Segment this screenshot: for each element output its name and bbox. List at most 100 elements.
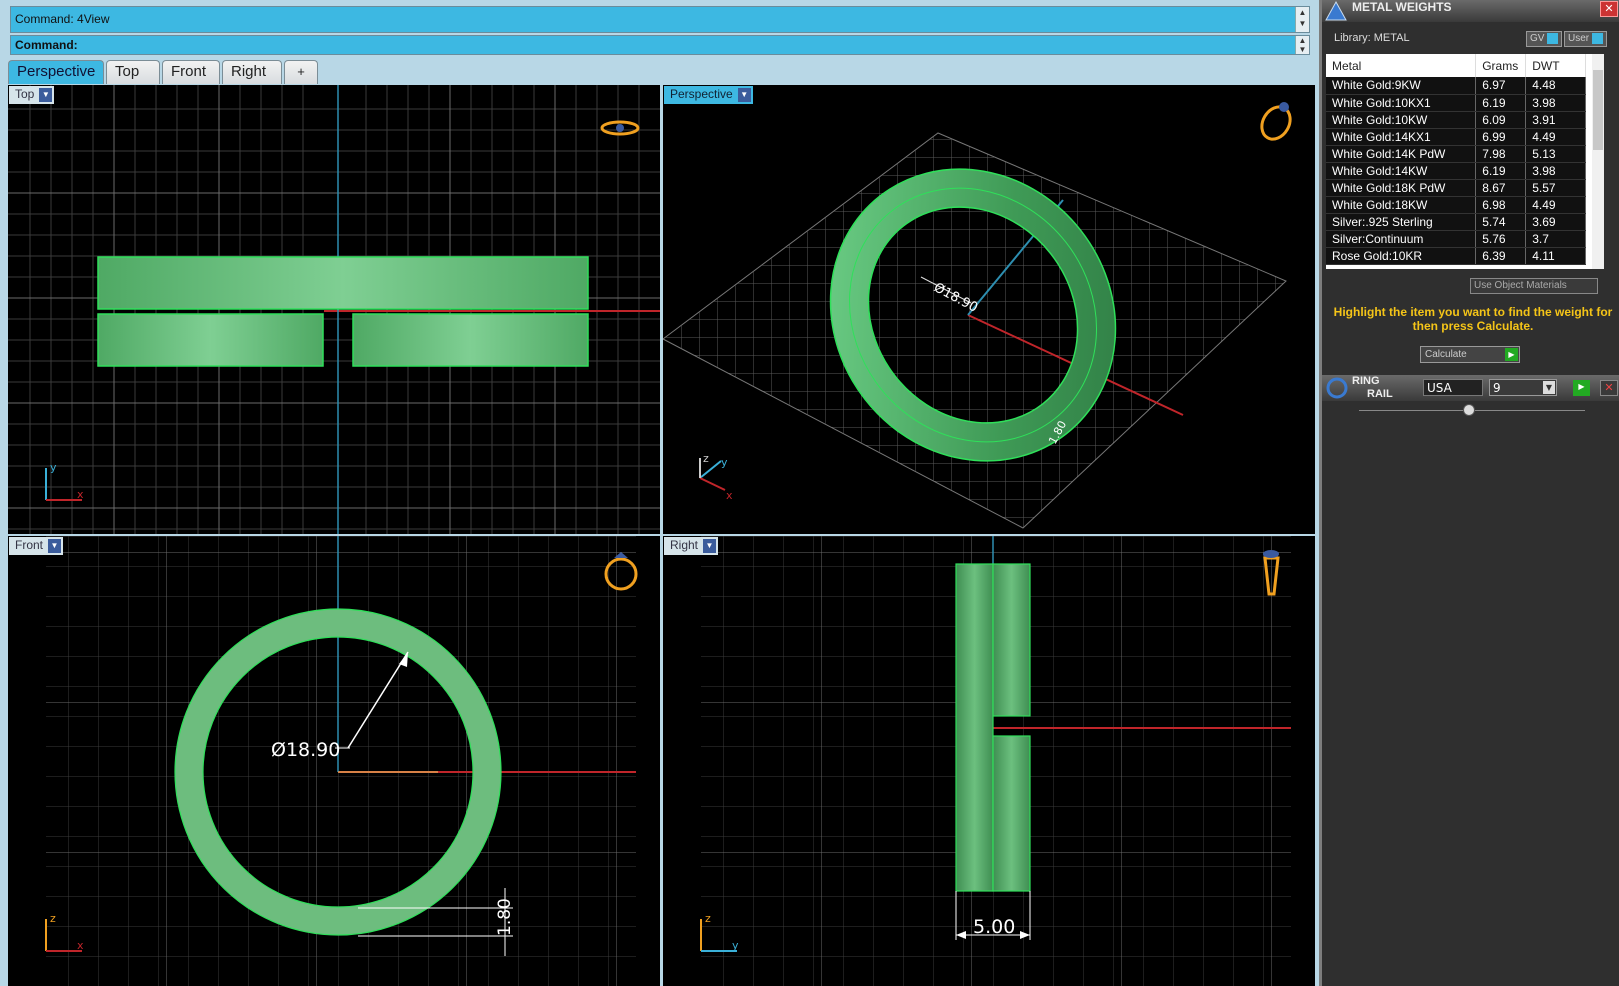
metal-table[interactable]: Metal Grams DWT White Gold:9KW 6.97 4.48 W… <box>1326 54 1604 269</box>
use-object-materials-toggle[interactable]: Use Object Materials <box>1470 278 1598 294</box>
add-tab-button[interactable]: + <box>284 60 318 84</box>
viewport-front[interactable]: Ø18.90 1.80 z x Front ▼ <box>8 536 660 986</box>
grams-cell: 6.39 <box>1475 247 1527 265</box>
ring-rail-apply-button[interactable]: ▶ <box>1573 380 1590 396</box>
viewport-menu-icon[interactable]: ▼ <box>48 539 62 553</box>
table-row[interactable]: White Gold:10KX1 6.19 3.98 <box>1326 94 1586 112</box>
table-row[interactable]: White Gold:14KX1 6.99 4.49 <box>1326 128 1586 146</box>
table-header-row: Metal Grams DWT <box>1326 54 1586 77</box>
ring-icon <box>1326 377 1348 399</box>
metal-cell: Silver:.925 Sterling <box>1326 213 1477 231</box>
table-row[interactable]: White Gold:18K PdW 8.67 5.57 <box>1326 179 1586 197</box>
table-row[interactable]: White Gold:10KW 6.09 3.91 <box>1326 111 1586 129</box>
metal-cell: White Gold:14KX1 <box>1326 128 1477 146</box>
grams-cell: 6.98 <box>1475 196 1527 214</box>
metal-cell: White Gold:14KW <box>1326 162 1477 180</box>
history-scroll[interactable]: ▲ ▼ <box>1295 7 1309 32</box>
command-line[interactable]: Command: ▲ ▼ <box>10 35 1310 55</box>
dwt-cell: 3.7 <box>1525 230 1586 248</box>
grams-cell: 6.19 <box>1475 94 1527 112</box>
table-row[interactable]: White Gold:18KW 6.98 4.49 <box>1326 196 1586 214</box>
metal-cell: White Gold:14K PdW <box>1326 145 1477 163</box>
metal-cell: White Gold:9KW <box>1326 77 1477 95</box>
panel-title: METAL WEIGHTS <box>1352 0 1452 14</box>
user-toggle[interactable]: User <box>1564 31 1608 47</box>
persp-axis-y-label: y <box>721 456 728 469</box>
column-metal[interactable]: Metal <box>1326 54 1477 77</box>
dwt-cell: 3.98 <box>1525 162 1586 180</box>
viewport-right[interactable]: 5.00 z y Right ▼ <box>663 536 1315 986</box>
calculate-button[interactable]: Calculate ▶ <box>1420 346 1520 363</box>
scale-icon <box>1325 0 1347 21</box>
viewport-top-label[interactable]: Top ▼ <box>9 86 55 104</box>
viewport-right-label[interactable]: Right ▼ <box>664 537 719 555</box>
dwt-cell: 3.98 <box>1525 94 1586 112</box>
metal-cell: White Gold:10KX1 <box>1326 94 1477 112</box>
top-axis-x-label: x <box>77 488 84 501</box>
toggle-knob <box>1547 33 1559 44</box>
dwt-cell: 5.57 <box>1525 179 1586 197</box>
grams-cell: 8.67 <box>1475 179 1527 197</box>
viewport-perspective-title: Perspective <box>670 87 733 101</box>
viewport-menu-icon[interactable]: ▼ <box>737 88 751 102</box>
grams-cell: 6.19 <box>1475 162 1527 180</box>
main-workspace: Command: 4View ▲ ▼ Command: ▲ ▼ Perspectiv… <box>0 0 1318 986</box>
play-icon: ▶ <box>1505 348 1518 361</box>
table-row[interactable]: Silver:.925 Sterling 5.74 3.69 <box>1326 213 1586 231</box>
command-scroll[interactable]: ▲ ▼ <box>1295 36 1309 54</box>
column-dwt[interactable]: DWT <box>1525 54 1586 77</box>
gv-toggle-label: GV <box>1530 33 1545 45</box>
viewport-menu-icon[interactable]: ▼ <box>39 88 53 102</box>
user-toggle-label: User <box>1568 33 1590 45</box>
tab-right[interactable]: Right <box>222 60 282 84</box>
scrollbar-thumb[interactable] <box>1593 70 1603 150</box>
ring-size-value: 9 <box>1493 381 1501 395</box>
grams-cell: 5.76 <box>1475 230 1527 248</box>
close-icon[interactable]: ✕ <box>1600 380 1618 396</box>
ring-rail-slider-handle[interactable] <box>1463 404 1475 416</box>
table-row[interactable]: Silver:Continuum 5.76 3.7 <box>1326 230 1586 248</box>
dwt-cell: 4.11 <box>1525 247 1586 265</box>
tab-front[interactable]: Front <box>162 60 220 84</box>
calculate-label: Calculate <box>1425 349 1467 360</box>
tab-perspective-label: Perspective <box>17 63 96 80</box>
dwt-cell: 3.69 <box>1525 213 1586 231</box>
tab-front-label: Front <box>171 63 207 80</box>
viewport-right-title: Right <box>670 538 699 552</box>
size-standard-value: USA <box>1427 381 1452 395</box>
viewport-top[interactable]: y x Top ▼ <box>8 85 660 534</box>
viewport-front-label[interactable]: Front ▼ <box>9 537 64 555</box>
ring-size-select[interactable]: 9 ▼ <box>1489 379 1557 396</box>
hint-text: Highlight the item you want to find the … <box>1333 305 1613 333</box>
tab-top[interactable]: Top <box>106 60 160 84</box>
top-axis-y-label: y <box>50 461 57 474</box>
gv-toggle[interactable]: GV <box>1526 31 1563 47</box>
viewport-perspective[interactable]: Ø18.90 1.80 z y x Perspective ▼ <box>663 85 1315 534</box>
grams-cell: 6.09 <box>1475 111 1527 129</box>
ring-rail-title-2: RAIL <box>1367 388 1393 400</box>
add-tab-label: + <box>297 64 305 79</box>
table-row[interactable]: White Gold:14KW 6.19 3.98 <box>1326 162 1586 180</box>
tab-right-label: Right <box>231 63 267 80</box>
column-grams[interactable]: Grams <box>1475 54 1527 77</box>
persp-axis-z-label: z <box>703 452 709 465</box>
viewport-menu-icon[interactable]: ▼ <box>703 539 717 553</box>
size-standard-select[interactable]: USA <box>1423 379 1483 396</box>
metal-cell: Silver:Continuum <box>1326 230 1477 248</box>
command-history-text: Command: 4View <box>15 12 110 26</box>
tab-perspective[interactable]: Perspective <box>8 60 104 84</box>
ring-rail-bar: RING RAIL USA 9 ▼ ▶ ✕ <box>1322 375 1619 401</box>
dwt-cell: 3.91 <box>1525 111 1586 129</box>
viewport-perspective-label[interactable]: Perspective ▼ <box>664 86 753 104</box>
library-label: Library: METAL <box>1334 32 1410 44</box>
table-row[interactable]: White Gold:9KW 6.97 4.48 <box>1326 77 1586 95</box>
top-view-canvas: y x <box>8 85 660 534</box>
panel-header: METAL WEIGHTS ✕ <box>1322 0 1619 22</box>
perspective-gizmo-icon <box>1260 102 1292 141</box>
close-icon[interactable]: ✕ <box>1600 1 1618 17</box>
table-scrollbar[interactable] <box>1592 54 1604 269</box>
table-row[interactable]: White Gold:14K PdW 7.98 5.13 <box>1326 145 1586 163</box>
table-row[interactable]: Rose Gold:10KR 6.39 4.11 <box>1326 247 1586 265</box>
grams-cell: 5.74 <box>1475 213 1527 231</box>
dwt-cell: 4.49 <box>1525 196 1586 214</box>
